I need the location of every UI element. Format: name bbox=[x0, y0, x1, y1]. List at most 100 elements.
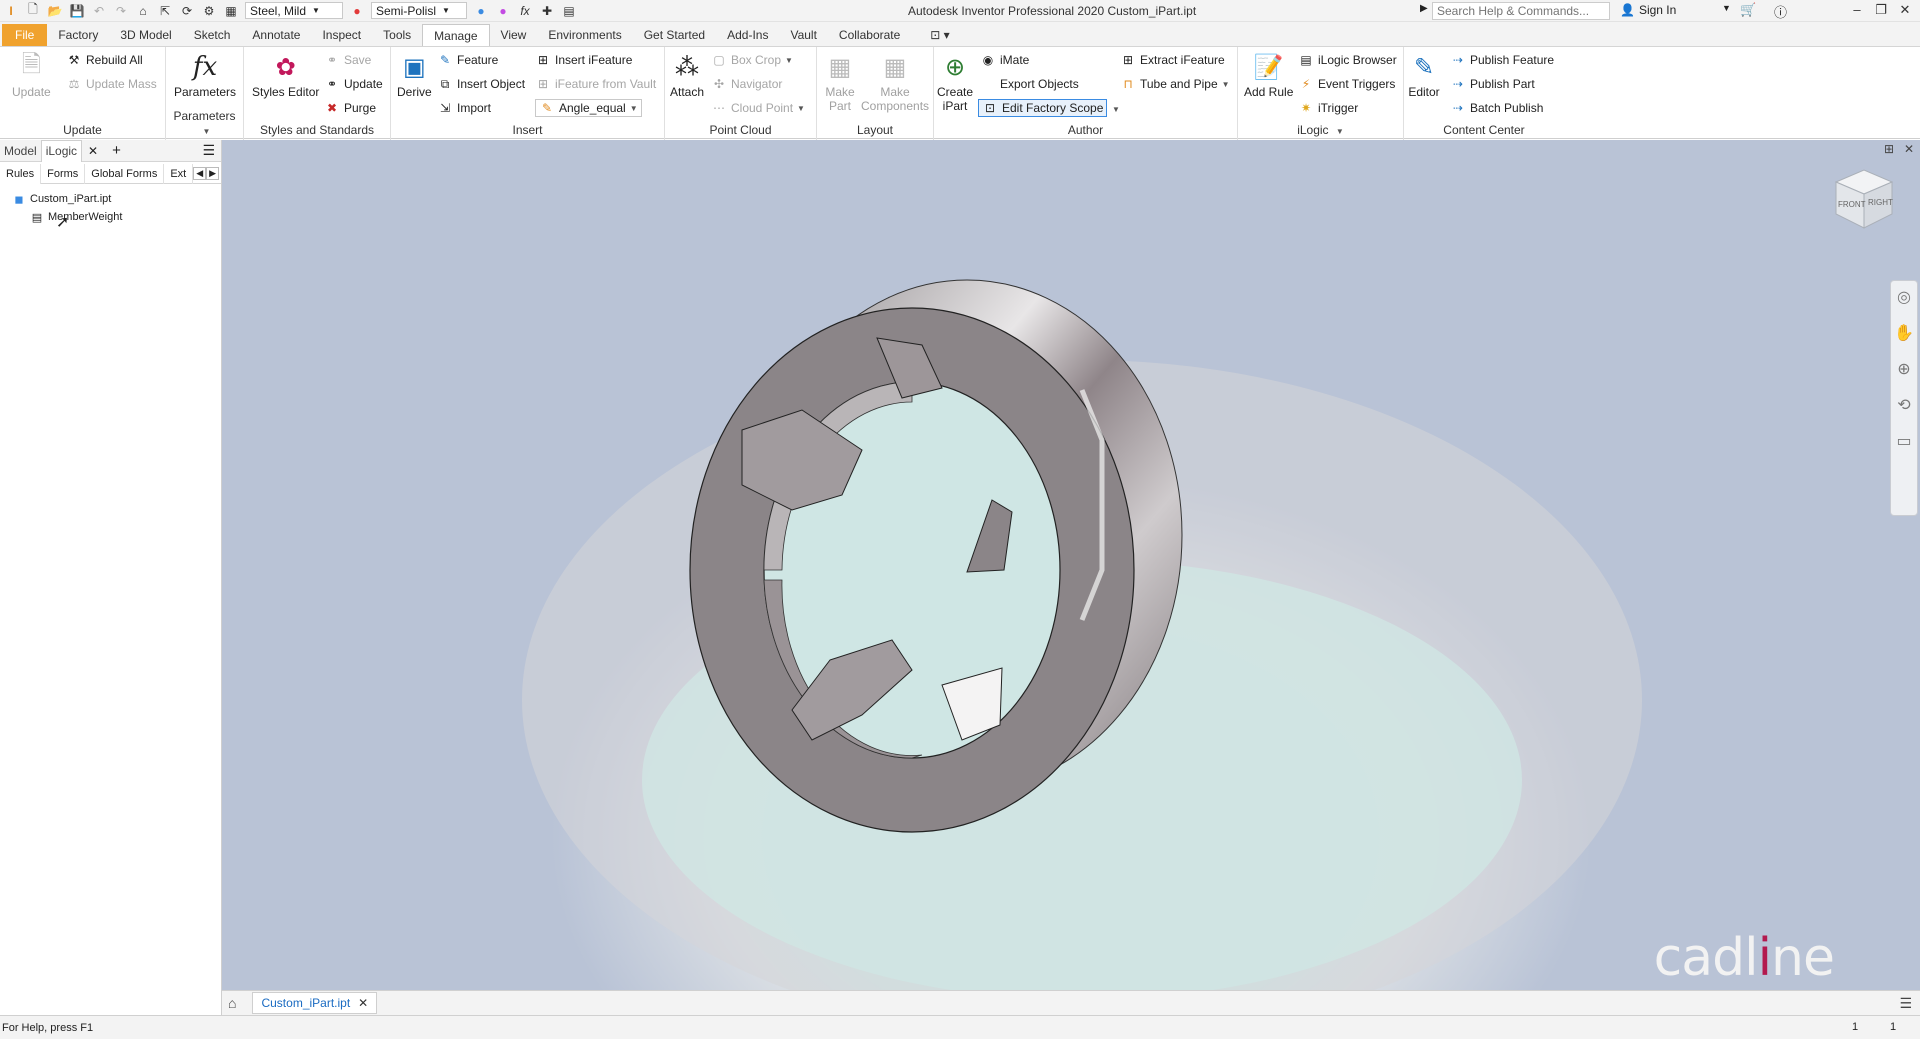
redo-icon[interactable]: ↷ bbox=[113, 3, 129, 19]
tab-3d-model[interactable]: 3D Model bbox=[109, 24, 182, 46]
tab-forms[interactable]: Forms bbox=[41, 163, 86, 184]
chevron-down-icon[interactable]: ▼ bbox=[1112, 105, 1120, 114]
home-icon[interactable]: ⌂ bbox=[135, 3, 151, 19]
materials-icon[interactable]: ⚙ bbox=[201, 3, 217, 19]
create-ipart-button[interactable]: ⊕ Create iPart bbox=[937, 51, 973, 114]
tab-annotate[interactable]: Annotate bbox=[241, 24, 311, 46]
sign-in-button[interactable]: 👤 Sign In bbox=[1620, 3, 1676, 17]
navigator-button[interactable]: ✣ Navigator bbox=[711, 75, 782, 93]
publish-part-button[interactable]: ⇢ Publish Part bbox=[1450, 75, 1535, 93]
tab-ilogic[interactable]: iLogic bbox=[40, 139, 83, 162]
search-expand-icon[interactable]: ▶ bbox=[1420, 3, 1428, 14]
add-tab-icon[interactable]: + bbox=[112, 142, 121, 159]
tab-tools[interactable]: Tools bbox=[372, 24, 422, 46]
plus-icon[interactable]: ✚ bbox=[539, 3, 555, 19]
material-dropdown[interactable]: Steel, Mild ▼ bbox=[245, 2, 343, 19]
angle-equal-dropdown[interactable]: ✎ Angle_equal ▼ bbox=[535, 99, 642, 117]
help-icon[interactable]: ⓘ bbox=[1774, 2, 1787, 21]
tab-environments[interactable]: Environments bbox=[537, 24, 632, 46]
appearance-dropdown[interactable]: Semi-Polisl ▼ bbox=[371, 2, 467, 19]
insert-object-button[interactable]: ⧉ Insert Object bbox=[437, 75, 525, 93]
derive-button[interactable]: ▣ Derive bbox=[397, 51, 432, 100]
styles-editor-button[interactable]: ✿ Styles Editor bbox=[252, 51, 319, 100]
signin-dropdown-icon[interactable]: ▼ bbox=[1722, 3, 1731, 13]
imate-button[interactable]: ◉ iMate bbox=[980, 51, 1030, 69]
zoom-icon[interactable]: ⊕ bbox=[1897, 359, 1910, 379]
look-at-icon[interactable]: ▭ bbox=[1896, 431, 1911, 451]
document-tab[interactable]: Custom_iPart.ipt ✕ bbox=[252, 992, 378, 1014]
extract-ifeature-button[interactable]: ⊞ Extract iFeature bbox=[1120, 51, 1225, 69]
select-icon[interactable]: ⇱ bbox=[157, 3, 173, 19]
tube-and-pipe-button[interactable]: ⊓ Tube and Pipe ▼ bbox=[1120, 75, 1229, 93]
clear-appearance-icon[interactable]: ● bbox=[473, 3, 489, 19]
home-icon[interactable]: ⌂ bbox=[228, 995, 236, 1011]
customize-icon[interactable]: ▤ bbox=[561, 3, 577, 19]
box-crop-button[interactable]: ▢ Box Crop ▼ bbox=[711, 51, 793, 69]
panel-title[interactable]: iLogic ▼ bbox=[1238, 123, 1403, 137]
close-icon[interactable]: ✕ bbox=[1904, 142, 1914, 156]
make-components-button[interactable]: ▦ Make Components bbox=[861, 51, 929, 114]
minimize-icon[interactable]: – bbox=[1846, 2, 1868, 20]
tab-file[interactable]: File bbox=[2, 24, 48, 46]
itrigger-button[interactable]: ✷ iTrigger bbox=[1298, 99, 1358, 117]
tab-rules[interactable]: Rules bbox=[0, 163, 42, 184]
rebuild-all-button[interactable]: ⚒ Rebuild All bbox=[66, 51, 143, 69]
tab-sketch[interactable]: Sketch bbox=[183, 24, 242, 46]
tab-model[interactable]: Model bbox=[0, 140, 41, 162]
steering-wheel-icon[interactable]: ◎ bbox=[1897, 287, 1911, 307]
tab-inspect[interactable]: Inspect bbox=[311, 24, 372, 46]
new-file-icon[interactable]: 🗋 bbox=[25, 2, 41, 19]
scroll-right-icon[interactable]: ▶ bbox=[206, 167, 220, 180]
tab-external[interactable]: Ext bbox=[164, 163, 194, 184]
event-triggers-button[interactable]: ⚡ Event Triggers bbox=[1298, 75, 1396, 93]
add-rule-button[interactable]: 📝 Add Rule bbox=[1244, 51, 1293, 100]
tab-collaborate[interactable]: Collaborate bbox=[828, 24, 911, 46]
tab-view[interactable]: View bbox=[490, 24, 538, 46]
update-button[interactable]: 🗎 Update bbox=[12, 51, 51, 100]
purge-button[interactable]: ✖ Purge bbox=[324, 99, 376, 117]
tab-manage[interactable]: Manage bbox=[422, 24, 490, 46]
open-file-icon[interactable]: 📂 bbox=[47, 3, 63, 19]
update-icon[interactable]: ⟳ bbox=[179, 3, 195, 19]
update-mass-button[interactable]: ⚖ Update Mass bbox=[66, 75, 157, 93]
tab-add-ins[interactable]: Add-Ins bbox=[716, 24, 779, 46]
panel-title[interactable]: Parameters ▼ bbox=[166, 109, 243, 137]
styles-save-button[interactable]: ⚭ Save bbox=[324, 51, 371, 69]
graphics-viewport[interactable]: FRONT RIGHT ⊞ ✕ ◎ ✋ ⊕ ⟲ ▭ cadline bbox=[222, 140, 1920, 990]
adjust-icon[interactable]: ● bbox=[495, 3, 511, 19]
tree-rule-memberweight[interactable]: ▤ MemberWeight bbox=[30, 210, 123, 224]
inventor-logo-icon[interactable]: I bbox=[3, 3, 19, 19]
cloud-point-button[interactable]: ⋯ Cloud Point ▼ bbox=[711, 99, 805, 117]
export-objects-button[interactable]: Export Objects bbox=[980, 75, 1079, 93]
publish-feature-button[interactable]: ⇢ Publish Feature bbox=[1450, 51, 1554, 69]
pan-hand-icon[interactable]: ✋ bbox=[1894, 323, 1914, 343]
close-icon[interactable]: ✕ bbox=[1894, 2, 1916, 20]
tree-root[interactable]: ◼ Custom_iPart.ipt bbox=[12, 192, 111, 206]
insert-ifeature-button[interactable]: ⊞ Insert iFeature bbox=[535, 51, 632, 69]
import-button[interactable]: ⇲ Import bbox=[437, 99, 491, 117]
undo-icon[interactable]: ↶ bbox=[91, 3, 107, 19]
iproperties-icon[interactable]: ▦ bbox=[223, 3, 239, 19]
tab-vault[interactable]: Vault bbox=[779, 24, 827, 46]
batch-publish-button[interactable]: ⇢ Batch Publish bbox=[1450, 99, 1543, 117]
parameters-button[interactable]: fx Parameters bbox=[174, 51, 236, 99]
edit-factory-scope-button[interactable]: ⊡ Edit Factory Scope bbox=[978, 99, 1108, 117]
make-part-button[interactable]: ▦ Make Part bbox=[823, 51, 857, 114]
cart-icon[interactable]: 🛒 bbox=[1740, 2, 1756, 18]
attach-button[interactable]: ⁂ Attach bbox=[670, 51, 704, 100]
styles-update-button[interactable]: ⚭ Update bbox=[324, 75, 383, 93]
fx-icon[interactable]: fx bbox=[517, 3, 533, 19]
tab-factory[interactable]: Factory bbox=[47, 24, 109, 46]
save-icon[interactable]: 💾 bbox=[69, 3, 85, 19]
editor-button[interactable]: ✎ Editor bbox=[1408, 51, 1440, 100]
view-cube[interactable]: FRONT RIGHT bbox=[1828, 162, 1900, 234]
ribbon-display-toggle[interactable]: ⊡ ▾ bbox=[919, 24, 960, 46]
scroll-left-icon[interactable]: ◀ bbox=[193, 167, 207, 180]
menu-icon[interactable]: ☰ bbox=[1899, 995, 1912, 1012]
close-icon[interactable]: ✕ bbox=[88, 144, 98, 158]
search-input[interactable] bbox=[1432, 2, 1610, 20]
tab-get-started[interactable]: Get Started bbox=[633, 24, 716, 46]
feature-button[interactable]: ✎ Feature bbox=[437, 51, 498, 69]
orbit-icon[interactable]: ⟲ bbox=[1897, 395, 1910, 415]
tab-global-forms[interactable]: Global Forms bbox=[85, 163, 165, 184]
